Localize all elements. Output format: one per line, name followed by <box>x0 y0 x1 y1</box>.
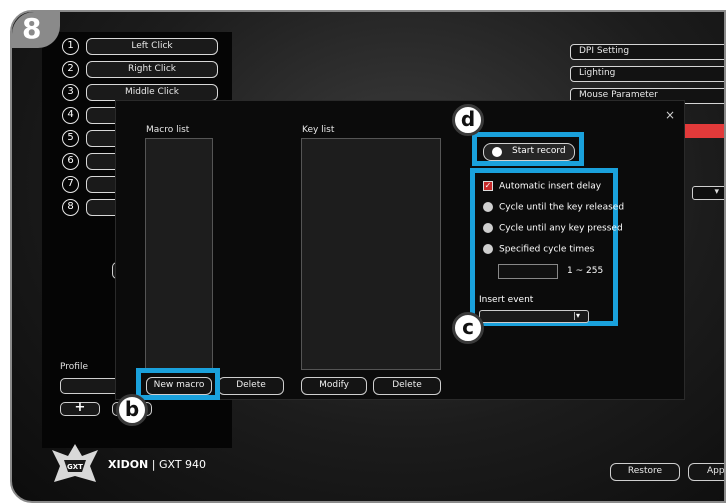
middle-click-button[interactable]: Middle Click <box>86 84 218 101</box>
cycle-range-text: 1 ~ 255 <box>567 266 604 276</box>
right-dropdown[interactable]: ▾ <box>692 186 724 200</box>
start-record-button[interactable]: Start record <box>483 143 575 161</box>
radio-icon[interactable] <box>483 244 493 254</box>
delete-key-button[interactable]: Delete <box>373 377 441 395</box>
highlight-start-record: Start record <box>472 132 584 166</box>
record-dot-icon <box>492 147 502 157</box>
auto-delay-option[interactable]: ✓ Automatic insert delay <box>483 181 601 195</box>
checkbox-checked-icon[interactable]: ✓ <box>483 181 493 191</box>
cycle-times-option[interactable]: Specified cycle times <box>483 244 594 258</box>
trust-logo-icon: GXT <box>52 444 98 482</box>
callout-c: c <box>452 312 484 344</box>
button-number: 6 <box>62 153 79 170</box>
callout-d: d <box>452 104 484 136</box>
cycle-released-label: Cycle until the key released <box>499 202 625 213</box>
close-icon[interactable]: × <box>665 109 675 121</box>
key-list-label: Key list <box>302 125 335 135</box>
highlight-new-macro <box>136 368 220 400</box>
radio-icon[interactable] <box>483 223 493 233</box>
tab-dpi-setting[interactable]: DPI Setting <box>570 44 724 60</box>
right-click-button[interactable]: Right Click <box>86 61 218 78</box>
modify-key-button[interactable]: Modify <box>301 377 367 395</box>
button-number: 8 <box>62 199 79 216</box>
tab-lighting[interactable]: Lighting <box>570 66 724 82</box>
button-row-3: 3 Middle Click <box>62 84 222 101</box>
button-row-1: 1 Left Click <box>62 38 222 55</box>
brand-model: GXT 940 <box>158 458 207 471</box>
cycle-released-option[interactable]: Cycle until the key released <box>483 202 624 216</box>
brand-separator: | <box>148 458 159 471</box>
button-number: 4 <box>62 107 79 124</box>
button-row-2: 2 Right Click <box>62 61 222 78</box>
svg-text:GXT: GXT <box>67 463 83 471</box>
delete-macro-button[interactable]: Delete <box>218 377 284 395</box>
left-click-button[interactable]: Left Click <box>86 38 218 55</box>
profile-label: Profile <box>60 362 88 372</box>
insert-event-label: Insert event <box>479 295 534 305</box>
add-profile-button[interactable]: + <box>60 401 100 416</box>
cycle-any-option[interactable]: Cycle until any key pressed <box>483 223 623 237</box>
insert-event-select[interactable]: |▾ <box>479 310 589 323</box>
apply-button[interactable]: Apply <box>688 463 724 481</box>
cycle-times-label: Specified cycle times <box>499 244 595 255</box>
callout-b: b <box>116 394 148 426</box>
cycle-times-input[interactable] <box>498 264 558 279</box>
button-number: 2 <box>62 61 79 78</box>
button-number: 7 <box>62 176 79 193</box>
button-number: 1 <box>62 38 79 55</box>
macro-list-label: Macro list <box>146 125 190 135</box>
auto-delay-label: Automatic insert delay <box>499 181 602 192</box>
brand-name: XIDON <box>108 458 149 471</box>
restore-button[interactable]: Restore <box>610 463 680 481</box>
button-number: 3 <box>62 84 79 101</box>
brand-logo: GXT XIDON | GXT 940 <box>50 442 240 487</box>
button-number: 5 <box>62 130 79 147</box>
product-name: XIDON | GXT 940 <box>108 458 206 471</box>
highlight-options: ✓ Automatic insert delay Cycle until the … <box>470 168 624 326</box>
start-record-label: Start record <box>512 146 566 156</box>
macro-list[interactable] <box>145 138 213 370</box>
radio-icon[interactable] <box>483 202 493 212</box>
cycle-any-label: Cycle until any key pressed <box>499 223 623 234</box>
key-list[interactable] <box>301 138 441 370</box>
